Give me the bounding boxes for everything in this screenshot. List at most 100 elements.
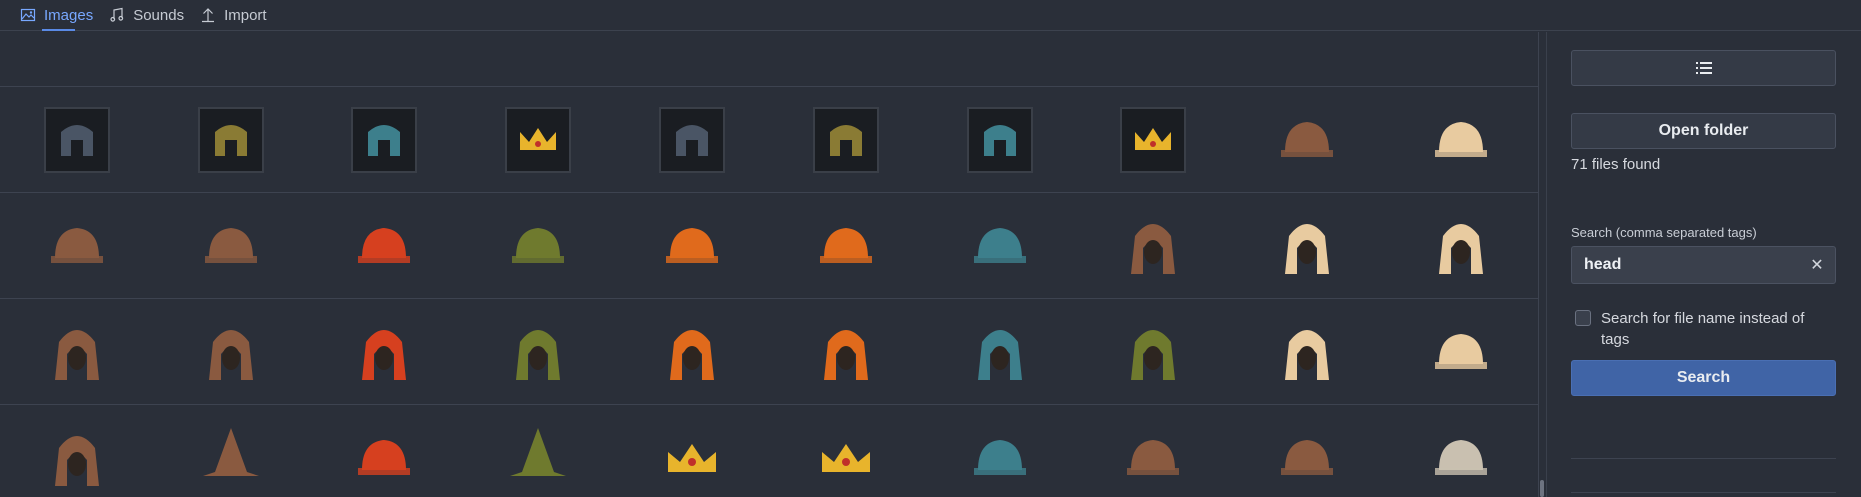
helmet-gold-framed-icon (812, 106, 879, 173)
search-button[interactable]: Search (1571, 360, 1836, 396)
image-thumbnail[interactable] (923, 299, 1077, 404)
tab-import[interactable]: Import (200, 0, 267, 31)
image-thumbnail[interactable] (461, 193, 615, 298)
jester-cap-icon (666, 227, 719, 263)
search-field[interactable]: ✕ (1571, 246, 1836, 284)
image-thumbnail[interactable] (1077, 193, 1231, 298)
red-hood-icon (362, 329, 407, 380)
image-thumbnail[interactable] (615, 405, 769, 497)
red-lion-mane-icon (358, 439, 411, 475)
panel-divider (1571, 458, 1836, 459)
gallery-row (0, 193, 1538, 299)
panel-divider-2 (1571, 492, 1836, 493)
gallery-row (0, 87, 1538, 193)
image-thumbnail[interactable] (615, 193, 769, 298)
image-icon (20, 8, 36, 22)
image-thumbnail[interactable] (461, 405, 615, 497)
tab-images[interactable]: Images (20, 0, 93, 31)
image-thumbnail[interactable] (923, 193, 1077, 298)
image-thumbnail[interactable] (769, 299, 923, 404)
brown-hood-wide-icon (208, 329, 253, 380)
image-thumbnail[interactable] (308, 87, 462, 192)
image-thumbnail[interactable] (154, 87, 308, 192)
fur-cap-brown-icon (1281, 121, 1334, 157)
tab-import-label: Import (224, 6, 267, 24)
jester-hood-icon (670, 329, 715, 380)
helmet-gold-framed-icon (197, 106, 264, 173)
helmet-teal-framed-icon (966, 106, 1033, 173)
image-thumbnail[interactable] (1384, 299, 1538, 404)
search-input[interactable] (1582, 255, 1809, 275)
image-thumbnail[interactable] (1384, 405, 1538, 497)
image-thumbnail[interactable] (1230, 299, 1384, 404)
list-view-button[interactable] (1571, 50, 1836, 86)
tab-sounds[interactable]: Sounds (109, 0, 184, 31)
filename-search-option[interactable]: Search for file name instead of tags (1575, 308, 1825, 350)
gallery-scrollbar[interactable] (1538, 32, 1546, 497)
image-thumbnail[interactable] (0, 87, 154, 192)
chicken-hood-icon (1285, 223, 1330, 274)
image-thumbnail[interactable] (308, 193, 462, 298)
image-thumbnail[interactable] (1077, 299, 1231, 404)
goblin-hood-icon (1131, 329, 1176, 380)
image-thumbnail[interactable] (769, 193, 923, 298)
image-thumbnail[interactable] (0, 193, 154, 298)
green-feather-hat-icon (512, 227, 565, 263)
image-thumbnail[interactable] (769, 87, 923, 192)
image-thumbnail[interactable] (0, 299, 154, 404)
gold-crown-small-icon (668, 443, 717, 472)
gallery-rows (0, 87, 1538, 497)
image-thumbnail[interactable] (154, 405, 308, 497)
image-thumbnail[interactable] (154, 193, 308, 298)
green-hood-icon (516, 329, 561, 380)
feather-hat-icon (204, 227, 257, 263)
tab-images-label: Images (44, 6, 94, 24)
music-note-icon (110, 7, 124, 22)
gallery-header (0, 32, 1538, 87)
image-thumbnail[interactable] (1230, 87, 1384, 192)
image-thumbnail[interactable] (1230, 405, 1384, 497)
image-thumbnail[interactable] (461, 87, 615, 192)
green-cone-hat-icon (510, 427, 567, 476)
image-thumbnail[interactable] (461, 299, 615, 404)
wizard-hat-icon (202, 427, 259, 476)
upload-icon (202, 8, 215, 23)
image-thumbnail[interactable] (154, 299, 308, 404)
red-beret-icon (358, 227, 411, 263)
image-gallery (0, 32, 1538, 497)
horned-helm-icon (1127, 439, 1180, 475)
bear-hood-icon (1131, 223, 1176, 274)
search-label: Search (comma separated tags) (1571, 225, 1757, 240)
image-thumbnail[interactable] (923, 405, 1077, 497)
image-thumbnail[interactable] (615, 299, 769, 404)
image-thumbnail[interactable] (308, 405, 462, 497)
image-thumbnail[interactable] (1077, 405, 1231, 497)
fur-cap-cream-icon (1435, 121, 1488, 157)
filename-search-label: Search for file name instead of tags (1601, 310, 1805, 348)
side-panel: Open folder 71 files found Search (comma… (1546, 32, 1861, 497)
image-thumbnail[interactable] (308, 299, 462, 404)
crown-gold-framed-icon (1120, 106, 1187, 173)
bald-cap-icon (1281, 439, 1334, 475)
image-thumbnail[interactable] (1384, 193, 1538, 298)
image-thumbnail[interactable] (1077, 87, 1231, 192)
image-thumbnail[interactable] (1230, 193, 1384, 298)
helmet-dark-framed-icon (43, 106, 110, 173)
image-thumbnail[interactable] (769, 405, 923, 497)
image-thumbnail[interactable] (0, 405, 154, 497)
close-icon[interactable]: ✕ (1809, 255, 1825, 275)
teal-hood-icon (977, 329, 1022, 380)
teal-feather-cap-icon (973, 227, 1026, 263)
filename-search-checkbox[interactable] (1575, 310, 1591, 326)
image-thumbnail[interactable] (923, 87, 1077, 192)
image-thumbnail[interactable] (1384, 87, 1538, 192)
cream-hood-icon (1439, 223, 1484, 274)
scrollbar-thumb[interactable] (1540, 480, 1544, 497)
brown-hood-orange-icon (823, 329, 868, 380)
brown-hat-icon (50, 227, 103, 263)
list-icon (1695, 62, 1712, 74)
crown-gold-framed-icon (505, 106, 572, 173)
image-thumbnail[interactable] (615, 87, 769, 192)
open-folder-button[interactable]: Open folder (1571, 113, 1836, 149)
gallery-row (0, 405, 1538, 497)
